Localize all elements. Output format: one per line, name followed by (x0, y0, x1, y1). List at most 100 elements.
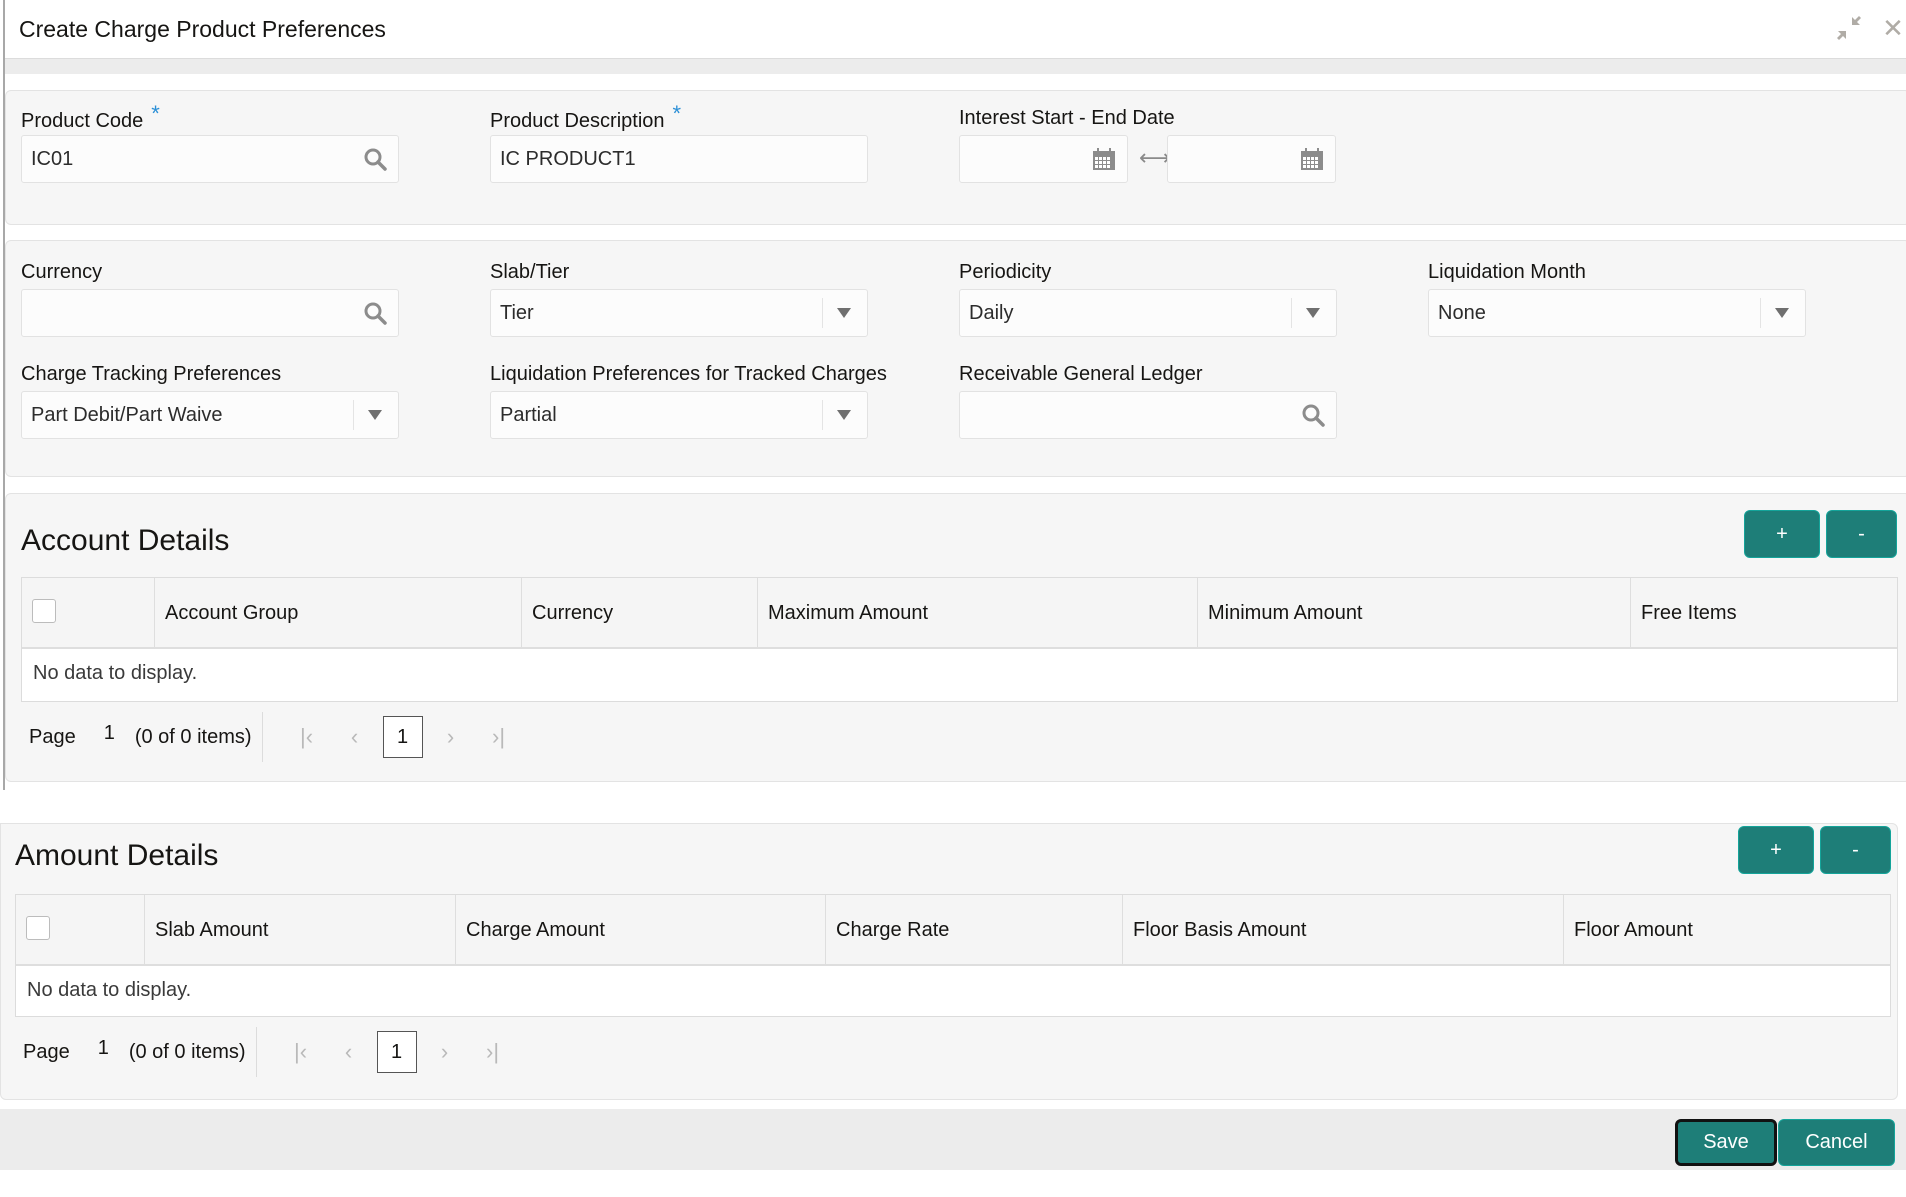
account-pagination: Page 1 (0 of 0 items) |‹ ‹ 1 › ›| (29, 712, 523, 762)
collapse-arrows-icon[interactable] (1835, 14, 1863, 42)
account-details-table: Account Group Currency Maximum Amount Mi… (21, 577, 1898, 702)
liquidation-preferences-field: Liquidation Preferences for Tracked Char… (490, 363, 887, 439)
remove-amount-row-button[interactable]: - (1820, 826, 1891, 874)
receivable-gl-input[interactable] (959, 391, 1337, 439)
interest-dates-field: Interest Start - End Date ⟷ (959, 107, 1359, 183)
amount-details-table: Slab Amount Charge Amount Charge Rate Fl… (15, 894, 1891, 1017)
first-page-icon[interactable]: |‹ (277, 1039, 325, 1065)
next-page-icon[interactable]: › (427, 724, 475, 750)
product-code-label: Product Code (21, 110, 144, 132)
liquidation-month-label: Liquidation Month (1428, 261, 1586, 283)
page-number: 1 (103, 721, 115, 744)
product-code-value: IC01 (31, 148, 74, 170)
chevron-down-icon[interactable] (821, 392, 867, 438)
chevron-down-icon[interactable] (821, 290, 867, 336)
chevron-down-icon[interactable] (1759, 290, 1805, 336)
column-header[interactable]: Currency (521, 578, 757, 649)
close-icon[interactable]: ✕ (1879, 14, 1906, 42)
select-all-checkbox[interactable] (26, 916, 50, 940)
required-marker: * (151, 101, 160, 126)
preferences-panel: Currency Slab/Tier Tier Periodicity Dail… (5, 240, 1906, 477)
prev-page-icon[interactable]: ‹ (325, 1039, 373, 1065)
liquidation-preferences-value: Partial (500, 404, 557, 426)
chevron-down-icon[interactable] (1290, 290, 1336, 336)
periodicity-select[interactable]: Daily (959, 289, 1337, 337)
liquidation-preferences-label: Liquidation Preferences for Tracked Char… (490, 363, 887, 385)
periodicity-label: Periodicity (959, 261, 1052, 283)
page-label: Page (29, 725, 76, 748)
liquidation-month-select[interactable]: None (1428, 289, 1806, 337)
column-header[interactable]: Floor Amount (1563, 895, 1892, 966)
remove-account-row-button[interactable]: - (1826, 510, 1897, 558)
select-all-header (22, 578, 154, 649)
slab-tier-label: Slab/Tier (490, 261, 570, 283)
currency-field: Currency (21, 261, 399, 337)
charge-tracking-select[interactable]: Part Debit/Part Waive (21, 391, 399, 439)
column-header[interactable]: Charge Rate (825, 895, 1122, 966)
dialog-header: Create Charge Product Preferences ✕ (5, 0, 1906, 59)
periodicity-field: Periodicity Daily (959, 261, 1337, 337)
column-header[interactable]: Charge Amount (455, 895, 825, 966)
product-description-input[interactable]: IC PRODUCT1 (490, 135, 868, 183)
start-date-input[interactable] (959, 135, 1128, 183)
item-count: (0 of 0 items) (134, 725, 252, 748)
search-icon[interactable] (352, 290, 398, 336)
item-count: (0 of 0 items) (128, 1040, 246, 1063)
search-icon[interactable] (352, 136, 398, 182)
receivable-gl-field: Receivable General Ledger (959, 363, 1337, 439)
last-page-icon[interactable]: ›| (475, 724, 523, 750)
add-amount-row-button[interactable]: + (1738, 826, 1814, 874)
table-header: Account Group Currency Maximum Amount Mi… (22, 578, 1897, 649)
prev-page-icon[interactable]: ‹ (331, 724, 379, 750)
amount-details-title: Amount Details (15, 839, 219, 872)
receivable-gl-label: Receivable General Ledger (959, 363, 1203, 385)
product-code-input[interactable]: IC01 (21, 135, 399, 183)
product-description-field: Product Description * IC PRODUCT1 (490, 101, 868, 183)
column-header[interactable]: Free Items (1630, 578, 1899, 649)
column-header[interactable]: Maximum Amount (757, 578, 1197, 649)
empty-message: No data to display. (27, 979, 192, 1001)
currency-input[interactable] (21, 289, 399, 337)
dialog-footer: Save Cancel (0, 1109, 1906, 1170)
select-all-checkbox[interactable] (32, 599, 56, 623)
liquidation-month-field: Liquidation Month None (1428, 261, 1806, 337)
column-header[interactable]: Account Group (154, 578, 521, 649)
product-description-value: IC PRODUCT1 (500, 148, 636, 170)
save-button[interactable]: Save (1675, 1119, 1777, 1166)
charge-tracking-field: Charge Tracking Preferences Part Debit/P… (21, 363, 399, 439)
slab-tier-value: Tier (500, 302, 534, 324)
slab-tier-field: Slab/Tier Tier (490, 261, 868, 337)
current-page-button[interactable]: 1 (376, 1031, 417, 1073)
current-page-button[interactable]: 1 (382, 716, 423, 758)
add-account-row-button[interactable]: + (1744, 510, 1820, 558)
empty-message: No data to display. (33, 662, 198, 684)
column-header[interactable]: Minimum Amount (1197, 578, 1630, 649)
product-panel: Product Code * IC01 Product Description * … (5, 90, 1906, 225)
column-header[interactable]: Floor Basis Amount (1122, 895, 1563, 966)
date-range-arrow-icon: ⟷ (1139, 145, 1171, 170)
page-number: 1 (97, 1036, 109, 1059)
liquidation-preferences-select[interactable]: Partial (490, 391, 868, 439)
amount-pagination: Page 1 (0 of 0 items) |‹ ‹ 1 › ›| (23, 1027, 517, 1077)
amount-details-panel: Amount Details + - Slab Amount Charge Am… (0, 823, 1898, 1100)
product-code-field: Product Code * IC01 (21, 101, 399, 183)
calendar-icon[interactable] (1081, 136, 1127, 182)
interest-dates-label: Interest Start - End Date (959, 107, 1175, 129)
periodicity-value: Daily (969, 302, 1014, 324)
last-page-icon[interactable]: ›| (469, 1039, 517, 1065)
column-header[interactable]: Slab Amount (144, 895, 455, 966)
product-description-label: Product Description (490, 110, 665, 132)
account-details-panel: Account Details + - Account Group Curren… (5, 493, 1906, 782)
calendar-icon[interactable] (1289, 136, 1335, 182)
page-label: Page (23, 1040, 70, 1063)
slab-tier-select[interactable]: Tier (490, 289, 868, 337)
next-page-icon[interactable]: › (421, 1039, 469, 1065)
dialog-title: Create Charge Product Preferences (19, 16, 386, 42)
search-icon[interactable] (1290, 392, 1336, 438)
first-page-icon[interactable]: |‹ (283, 724, 331, 750)
chevron-down-icon[interactable] (352, 392, 398, 438)
cancel-button[interactable]: Cancel (1778, 1119, 1895, 1166)
charge-tracking-value: Part Debit/Part Waive (31, 404, 223, 426)
end-date-input[interactable] (1167, 135, 1336, 183)
select-all-header (16, 895, 144, 966)
